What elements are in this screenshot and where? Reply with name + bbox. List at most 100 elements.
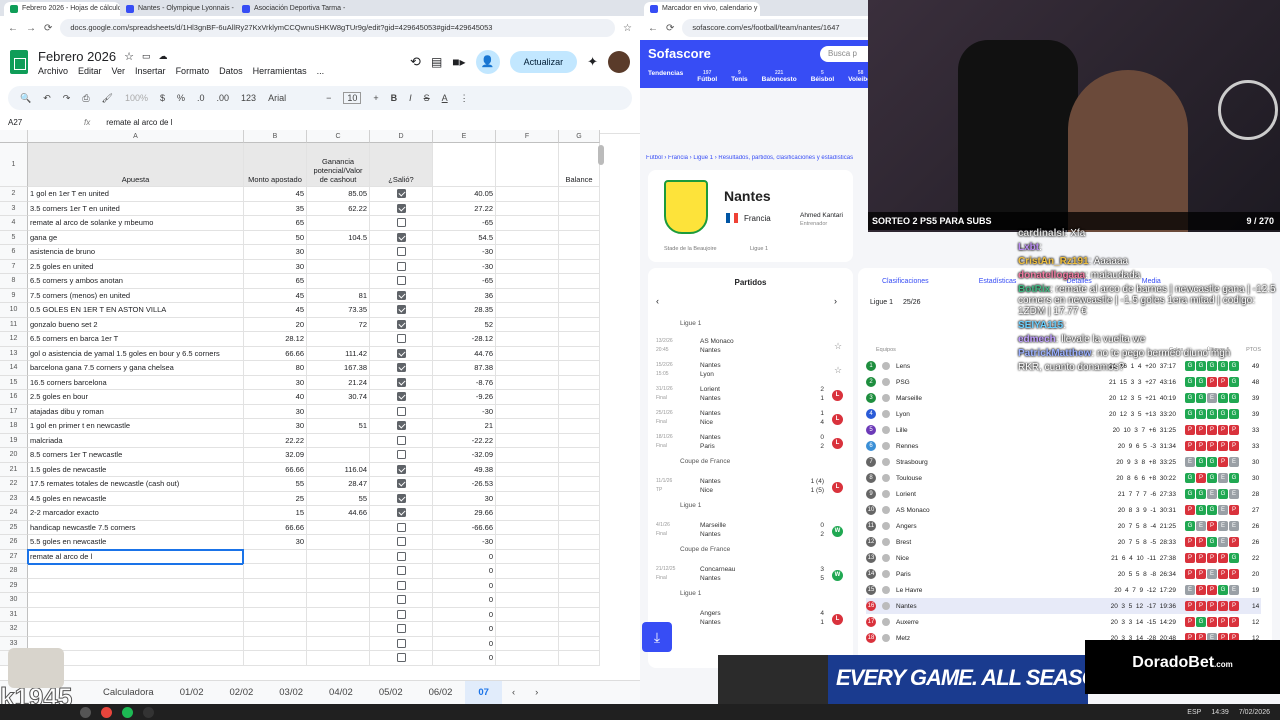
cell-c[interactable]: 51	[307, 419, 370, 434]
cell-d[interactable]	[370, 346, 433, 361]
checkbox[interactable]	[396, 479, 406, 489]
cell-d[interactable]	[370, 477, 433, 492]
checkbox[interactable]	[396, 537, 406, 547]
cell-f[interactable]	[496, 317, 559, 332]
row-header[interactable]: 29	[0, 578, 28, 593]
browser-tab[interactable]: Asociación Deportiva Tarma -	[236, 2, 352, 16]
cell-d[interactable]	[370, 462, 433, 477]
row-header[interactable]: 23	[0, 491, 28, 506]
cell-g[interactable]	[559, 448, 600, 463]
checkbox[interactable]	[396, 261, 406, 271]
row-header[interactable]: 18	[0, 419, 28, 434]
cell-g[interactable]	[559, 651, 600, 666]
cell-f[interactable]	[496, 593, 559, 608]
standings-row[interactable]: 6 Rennes 20 9 6 5 -3 31:34 P P P P P 33	[866, 438, 1261, 454]
menu-item[interactable]: Editar	[78, 66, 102, 76]
corner-cell[interactable]	[0, 130, 28, 143]
cell-f[interactable]	[496, 390, 559, 405]
cell-c[interactable]: 62.22	[307, 201, 370, 216]
row-header[interactable]: 4	[0, 216, 28, 231]
match-row[interactable]: 25/1/26 Final Nantes Nice 1 4 L	[656, 410, 856, 432]
checkbox[interactable]	[396, 305, 406, 315]
row-header[interactable]: 9	[0, 288, 28, 303]
checkbox[interactable]	[396, 189, 406, 199]
cell-b[interactable]: 80	[244, 361, 307, 376]
cell-b[interactable]: 20	[244, 317, 307, 332]
cell-f[interactable]	[496, 651, 559, 666]
cell-c[interactable]	[307, 622, 370, 637]
menu-item[interactable]: Datos	[219, 66, 243, 76]
cell-a[interactable]: 6.5 corners y ambos anotan	[28, 274, 244, 289]
cell-a[interactable]	[28, 607, 244, 622]
cell-c[interactable]	[307, 404, 370, 419]
browser-tab[interactable]: Marcador en vivo, calendario y	[644, 2, 760, 16]
row-header[interactable]: 19	[0, 433, 28, 448]
chat-user[interactable]: SEIYA115	[1018, 320, 1063, 331]
standings-row[interactable]: 8 Toulouse 20 8 6 6 +8 30:22 G P G E G 30	[866, 470, 1261, 486]
cell-b[interactable]: 30	[244, 535, 307, 550]
standings-row[interactable]: 15 Le Havre 20 4 7 9 -12 17:29 E P P G E 19	[866, 582, 1261, 598]
checkbox[interactable]	[396, 392, 406, 402]
cell-f[interactable]	[496, 491, 559, 506]
league-select[interactable]: Ligue 1	[870, 299, 893, 306]
cell-b[interactable]: 30	[244, 404, 307, 419]
cell-d[interactable]	[370, 433, 433, 448]
number-format-icon[interactable]: 123	[241, 93, 256, 103]
cell-a[interactable]: 5.5 goles en newcastle	[28, 535, 244, 550]
redo-icon[interactable]: ↷	[63, 93, 71, 104]
sport-item[interactable]: Tendencias	[648, 70, 683, 83]
cell-a[interactable]	[28, 622, 244, 637]
sheet-tab[interactable]: Calculadora	[90, 687, 167, 698]
cell-b[interactable]	[244, 636, 307, 651]
cell-e[interactable]: 27.22	[433, 201, 496, 216]
row-header[interactable]: 8	[0, 274, 28, 289]
meet-icon[interactable]: ■▸	[452, 55, 465, 69]
cell-b[interactable]: 45	[244, 187, 307, 202]
team-country[interactable]: Francia	[744, 214, 771, 223]
cell-f[interactable]	[496, 477, 559, 492]
column-header[interactable]: C	[307, 130, 370, 143]
sheet-tab[interactable]: 02/02	[216, 687, 266, 698]
cell-b[interactable]: 30	[244, 419, 307, 434]
row-header[interactable]: 31	[0, 607, 28, 622]
row-header[interactable]: 11	[0, 317, 28, 332]
strikethrough-icon[interactable]: S	[424, 93, 430, 103]
cell-a[interactable]: handicap newcastle 7.5 corners	[28, 520, 244, 535]
cell-b[interactable]: 45	[244, 303, 307, 318]
cell-b[interactable]: 35	[244, 201, 307, 216]
cell-g[interactable]	[559, 288, 600, 303]
checkbox[interactable]	[396, 203, 406, 213]
cell-g[interactable]	[559, 375, 600, 390]
clock-time[interactable]: 14:39	[1211, 709, 1229, 716]
decimal-increase-icon[interactable]: .00	[217, 93, 230, 103]
cell-c[interactable]: 30.74	[307, 390, 370, 405]
reload-icon[interactable]: ⟳	[666, 23, 674, 34]
cell-e[interactable]: -26.53	[433, 477, 496, 492]
row-header[interactable]: 2	[0, 187, 28, 202]
cell-f[interactable]	[496, 506, 559, 521]
cell-b[interactable]: 25	[244, 491, 307, 506]
cell-c[interactable]	[307, 274, 370, 289]
cell-g[interactable]	[559, 332, 600, 347]
undo-icon[interactable]: ↶	[43, 93, 51, 104]
checkbox[interactable]	[396, 522, 406, 532]
cell-e[interactable]: -8.76	[433, 375, 496, 390]
lang-indicator[interactable]: ESP	[1187, 709, 1201, 716]
checkbox[interactable]	[396, 653, 406, 663]
row-header[interactable]: 21	[0, 462, 28, 477]
chat-user[interactable]: PatrickMatthew	[1018, 348, 1091, 359]
row-header[interactable]: 10	[0, 303, 28, 318]
star-icon[interactable]: ☆	[124, 50, 134, 63]
menu-item[interactable]: Insertar	[135, 66, 166, 76]
row-header[interactable]: 15	[0, 375, 28, 390]
checkbox[interactable]	[396, 406, 406, 416]
cell-f[interactable]	[496, 636, 559, 651]
chat-user[interactable]: BotRix	[1018, 284, 1050, 295]
forward-icon[interactable]: →	[26, 23, 36, 34]
menu-item[interactable]: Archivo	[38, 66, 68, 76]
cell-a[interactable]	[28, 593, 244, 608]
cell-b[interactable]: 66.66	[244, 520, 307, 535]
cell-f[interactable]	[496, 274, 559, 289]
cell-e[interactable]: 54.5	[433, 230, 496, 245]
cell-a[interactable]: 2.5 goles en united	[28, 259, 244, 274]
